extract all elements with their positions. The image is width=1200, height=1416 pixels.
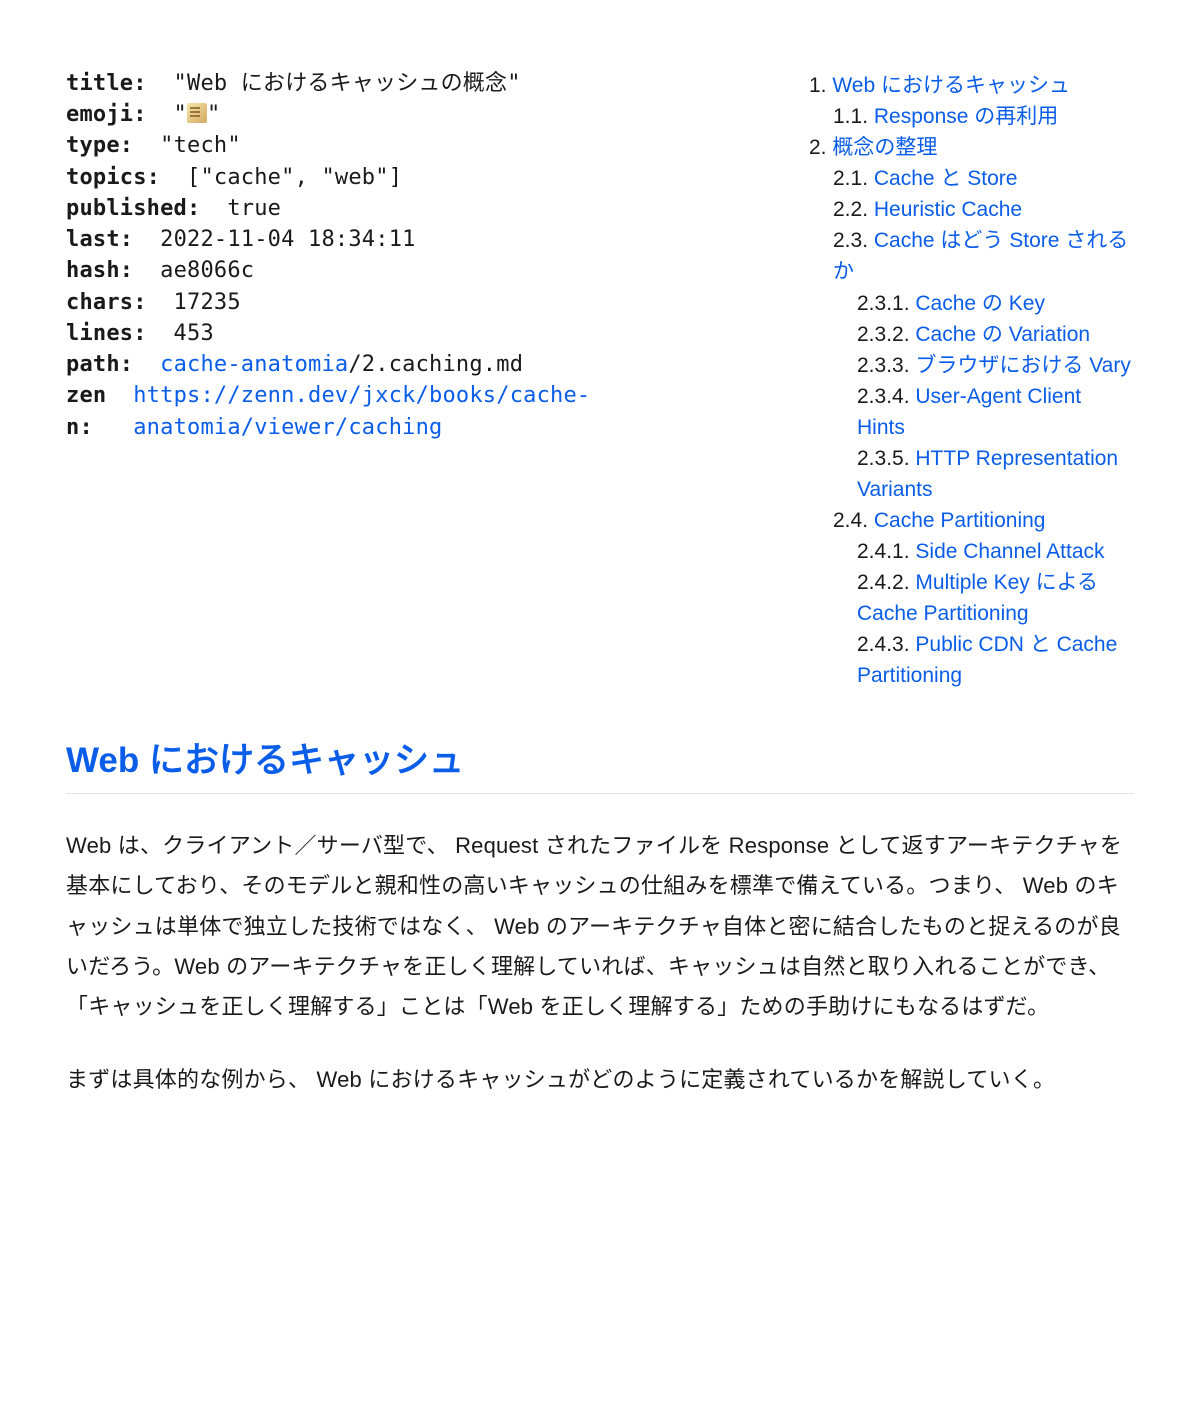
- toc-link[interactable]: 概念の整理: [832, 136, 937, 159]
- toc-number: 2.4.2.: [857, 571, 915, 594]
- meta-zenn-2: n: anatomia/viewer/caching: [66, 412, 779, 443]
- toc-number: 2.: [809, 136, 832, 159]
- toc-item: 2.4.3. Public CDN と Cache Partitioning: [809, 629, 1134, 691]
- toc-item: 2.3.3. ブラウザにおける Vary: [809, 350, 1134, 381]
- meta-emoji: emoji: " ": [66, 99, 779, 130]
- paragraph-2: まずは具体的な例から、 Web におけるキャッシュがどのように定義されているかを…: [66, 1060, 1134, 1100]
- meta-key-chars: chars:: [66, 290, 147, 315]
- toc-number: 2.2.: [833, 198, 874, 221]
- meta-lines: lines: 453: [66, 318, 779, 349]
- meta-val-topics: ["cache", "web"]: [160, 165, 402, 190]
- toc-item: 1. Web におけるキャッシュ: [809, 70, 1134, 101]
- meta-topics: topics: ["cache", "web"]: [66, 162, 779, 193]
- toc-number: 2.4.1.: [857, 540, 915, 563]
- toc-number: 2.3.4.: [857, 385, 915, 408]
- toc-link[interactable]: Web におけるキャッシュ: [832, 74, 1070, 97]
- heading-rule: [66, 793, 1134, 794]
- toc-item: 2. 概念の整理: [809, 132, 1134, 163]
- toc-item: 2.2. Heuristic Cache: [809, 194, 1134, 225]
- toc-number: 2.4.: [833, 509, 874, 532]
- toc-link[interactable]: ブラウザにおける Vary: [915, 354, 1130, 377]
- toc-item: 2.1. Cache と Store: [809, 163, 1134, 194]
- meta-path-rest: /2.caching.md: [348, 352, 523, 377]
- toc-link[interactable]: Cache の Variation: [915, 323, 1090, 346]
- toc-number: 1.: [809, 74, 832, 97]
- meta-key-last: last:: [66, 227, 133, 252]
- toc-item: 2.3.2. Cache の Variation: [809, 319, 1134, 350]
- meta-val-chars: 17235: [147, 290, 241, 315]
- toc-item: 1.1. Response の再利用: [809, 101, 1134, 132]
- meta-val-last: 2022-11-04 18:34:11: [133, 227, 415, 252]
- toc-item: 2.3.4. User-Agent Client Hints: [809, 381, 1134, 443]
- table-of-contents: 1. Web におけるキャッシュ1.1. Response の再利用2. 概念の…: [809, 68, 1134, 692]
- meta-val-type: "tech": [133, 133, 241, 158]
- meta-key-topics: topics:: [66, 165, 160, 190]
- meta-key-path: path:: [66, 352, 133, 377]
- meta-published: published: true: [66, 193, 779, 224]
- toc-number: 2.3.3.: [857, 354, 915, 377]
- toc-item: 2.3.1. Cache の Key: [809, 288, 1134, 319]
- toc-number: 2.4.3.: [857, 633, 915, 656]
- meta-val-hash: ae8066c: [133, 258, 254, 283]
- meta-key-lines: lines:: [66, 321, 147, 346]
- toc-link[interactable]: Cache Partitioning: [874, 509, 1046, 532]
- toc-link[interactable]: Heuristic Cache: [874, 198, 1022, 221]
- toc-item: 2.4.2. Multiple Key による Cache Partitioni…: [809, 567, 1134, 629]
- toc-number: 2.3.5.: [857, 447, 915, 470]
- meta-last: last: 2022-11-04 18:34:11: [66, 224, 779, 255]
- body-text: Web は、クライアント／サーバ型で、 Request されたファイルを Res…: [66, 826, 1134, 1101]
- toc-item: 2.3. Cache はどう Store されるか: [809, 225, 1134, 287]
- meta-zenn-sp1: [106, 383, 133, 408]
- meta-key-emoji: emoji:: [66, 102, 147, 127]
- top-area: title: "Web におけるキャッシュの概念" emoji: " " type…: [66, 68, 1134, 692]
- meta-zenn-sp2: [93, 415, 133, 440]
- frontmatter-block: title: "Web におけるキャッシュの概念" emoji: " " type…: [66, 68, 779, 692]
- toc-number: 2.3.: [833, 229, 874, 252]
- meta-key-published: published:: [66, 196, 200, 221]
- toc-item: 2.4.1. Side Channel Attack: [809, 536, 1134, 567]
- meta-chars: chars: 17235: [66, 287, 779, 318]
- zenn-link-1[interactable]: https://zenn.dev/jxck/books/cache-: [133, 383, 590, 408]
- toc-item: 2.3.5. HTTP Representation Variants: [809, 443, 1134, 505]
- toc-link[interactable]: Cache はどう Store されるか: [833, 229, 1128, 283]
- meta-key-title: title:: [66, 71, 147, 96]
- toc-link[interactable]: Cache と Store: [874, 167, 1018, 190]
- toc-number: 1.1.: [833, 105, 874, 128]
- meta-zenn-1: zen https://zenn.dev/jxck/books/cache-: [66, 380, 779, 411]
- path-link[interactable]: cache-anatomia: [160, 352, 348, 377]
- meta-title: title: "Web におけるキャッシュの概念": [66, 68, 779, 99]
- memo-icon: [187, 103, 207, 123]
- toc-number: 2.3.1.: [857, 292, 915, 315]
- meta-val-title: "Web におけるキャッシュの概念": [147, 71, 521, 96]
- meta-emoji-post: ": [207, 102, 220, 127]
- meta-key-type: type:: [66, 133, 133, 158]
- meta-hash: hash: ae8066c: [66, 255, 779, 286]
- toc-number: 2.1.: [833, 167, 874, 190]
- meta-path: path: cache-anatomia/2.caching.md: [66, 349, 779, 380]
- meta-val-published: true: [200, 196, 281, 221]
- toc-item: 2.4. Cache Partitioning: [809, 505, 1134, 536]
- meta-key-zenn-2: n:: [66, 415, 93, 440]
- meta-key-hash: hash:: [66, 258, 133, 283]
- meta-key-zenn-1: zen: [66, 383, 106, 408]
- meta-type: type: "tech": [66, 130, 779, 161]
- toc-link[interactable]: Cache の Key: [915, 292, 1045, 315]
- paragraph-1: Web は、クライアント／サーバ型で、 Request されたファイルを Res…: [66, 826, 1134, 1028]
- meta-path-sp: [133, 352, 160, 377]
- zenn-link-2[interactable]: anatomia/viewer/caching: [133, 415, 442, 440]
- meta-val-lines: 453: [147, 321, 214, 346]
- section-heading: Web におけるキャッシュ: [66, 732, 1134, 783]
- toc-link[interactable]: Response の再利用: [874, 105, 1058, 128]
- meta-emoji-pre: ": [147, 102, 187, 127]
- toc-link[interactable]: Side Channel Attack: [915, 540, 1104, 563]
- toc-number: 2.3.2.: [857, 323, 915, 346]
